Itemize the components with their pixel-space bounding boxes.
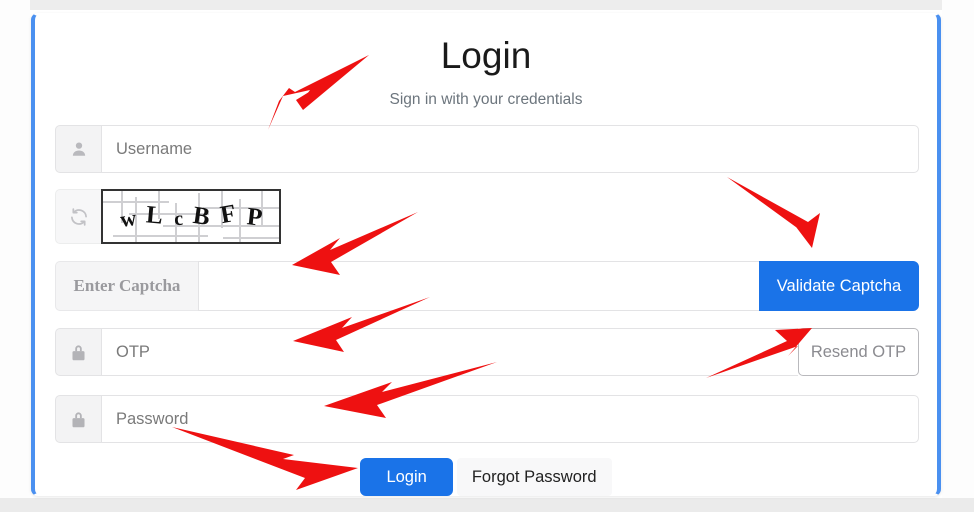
left-margin: [0, 0, 30, 512]
right-margin: [942, 0, 974, 512]
captcha-answer-input[interactable]: [198, 261, 759, 311]
otp-input[interactable]: [101, 328, 798, 376]
lock-icon: [55, 328, 101, 376]
page-subtitle: Sign in with your credentials: [389, 91, 583, 108]
captcha-image: w L c B F P: [101, 189, 281, 244]
captcha-char: F: [218, 199, 238, 229]
form-actions: Login Forgot Password: [35, 458, 937, 497]
lock-icon: [55, 395, 101, 443]
username-row: [55, 125, 919, 173]
enter-captcha-label: Enter Captcha: [55, 261, 198, 311]
top-gray-band: [0, 0, 974, 10]
captcha-char: P: [245, 202, 264, 232]
captcha-row: w L c B F P: [55, 189, 919, 244]
page-background: Login Sign in with your credentials User…: [0, 0, 974, 512]
bottom-gray-band: [0, 498, 974, 512]
captcha-char: L: [145, 200, 165, 230]
password-row: [55, 395, 919, 443]
captcha-char: B: [191, 201, 213, 231]
captcha-char: c: [173, 207, 184, 231]
captcha-text: w L c B F P: [103, 191, 279, 242]
username-input[interactable]: [101, 125, 919, 173]
otp-row: Resend OTP: [55, 328, 919, 376]
validate-captcha-button[interactable]: Validate Captcha: [759, 261, 919, 311]
resend-otp-button[interactable]: Resend OTP: [798, 328, 919, 376]
enter-captcha-row: Enter Captcha Validate Captcha: [55, 261, 919, 311]
refresh-icon[interactable]: [55, 189, 101, 244]
page-title: Login: [440, 35, 532, 76]
login-card: Login Sign in with your credentials User…: [31, 13, 941, 497]
user-icon: [55, 125, 101, 173]
captcha-char: w: [118, 204, 138, 232]
forgot-password-button[interactable]: Forgot Password: [456, 458, 612, 497]
password-input[interactable]: [101, 395, 919, 443]
login-button[interactable]: Login: [360, 458, 453, 497]
